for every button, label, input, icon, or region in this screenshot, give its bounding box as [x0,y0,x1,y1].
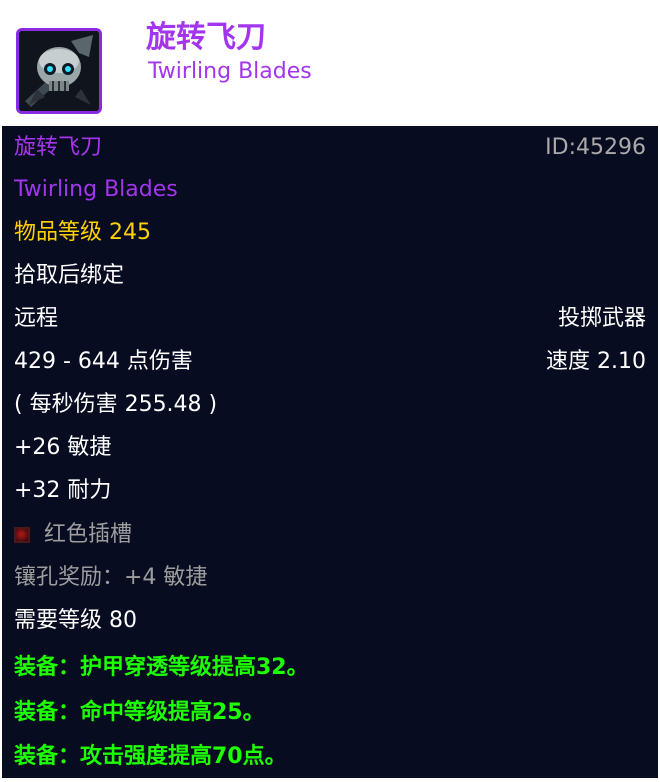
dps: ( 每秒伤害 255.48 ) [14,392,218,417]
weapon-speed: 速度 2.10 [546,349,646,374]
item-level: 物品等级 245 [14,220,151,245]
required-level: 需要等级 80 [14,608,137,633]
stat-agility: +26 敏捷 [14,435,112,460]
damage-row: 429 - 644 点伤害 速度 2.10 [14,342,646,382]
tooltip-name-row: 旋转飞刀 ID:45296 [14,128,646,168]
tooltip-name-cn: 旋转飞刀 [14,135,103,160]
damage-range: 429 - 644 点伤害 [14,349,193,374]
item-title-en: Twirling Blades [148,59,312,84]
socket-row: 红色插槽 [14,515,646,555]
item-id: ID:45296 [545,135,646,160]
item-title-cn: 旋转飞刀 [146,20,266,55]
red-socket-icon [14,527,30,543]
socket-label: 红色插槽 [44,522,133,547]
weapon-type: 投掷武器 [557,306,646,331]
equip-effect: 装备：攻击强度提高70点。 [14,744,287,769]
skull-axe-icon[interactable] [16,28,102,114]
item-tooltip: 旋转飞刀 ID:45296 Twirling Blades 物品等级 245 拾… [2,126,658,778]
stat-stamina: +32 耐力 [14,478,112,503]
equip-effect: 装备：命中等级提高25。 [14,700,265,725]
bind-type: 拾取后绑定 [14,263,125,288]
slot-row: 远程 投掷武器 [14,299,646,339]
item-header: 旋转飞刀 Twirling Blades [0,0,660,126]
tooltip-name-en: Twirling Blades [14,177,178,202]
socket-bonus: 镶孔奖励：+4 敏捷 [14,565,208,590]
slot-label: 远程 [14,306,59,331]
equip-effect: 装备：护甲穿透等级提高32。 [14,655,309,680]
